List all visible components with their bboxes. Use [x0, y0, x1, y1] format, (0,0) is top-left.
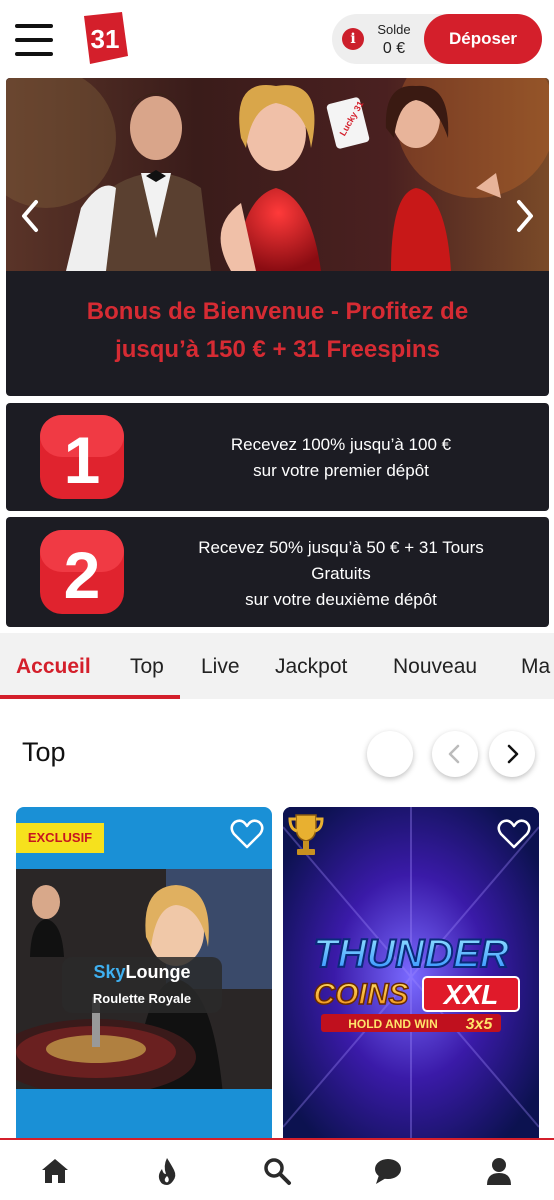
hamburger-icon — [15, 24, 53, 28]
flame-icon[interactable] — [152, 1156, 182, 1186]
wallet-pill: i Solde 0 € Déposer — [332, 14, 542, 64]
hero-next-icon[interactable] — [511, 196, 539, 236]
step-2-line1: Recevez 50% jusqu’à 50 € + 31 Tours — [198, 538, 484, 557]
game-2-title-3: XXL — [442, 979, 498, 1010]
app-root: 31 i Solde 0 € Déposer Lucky 31 Bonus de… — [0, 0, 554, 1200]
header: 31 i Solde 0 € Déposer — [0, 0, 554, 78]
step-2-badge: 2 — [40, 530, 124, 614]
deposit-button[interactable]: Déposer — [424, 14, 542, 64]
balance-value: 0 € — [382, 40, 406, 57]
step-2-number: 2 — [64, 538, 101, 612]
tab-more[interactable]: Ma — [521, 655, 550, 679]
game-1-brand: SkyLounge — [62, 962, 222, 983]
favorite-heart-icon[interactable] — [497, 819, 531, 849]
step-1-badge: 1 — [40, 415, 124, 499]
step-2-text: Recevez 50% jusqu’à 50 € + 31 Tours Grat… — [146, 535, 536, 613]
game-card-skylounge[interactable]: EXCLUSIF SkyLounge Roulette Royale — [16, 807, 272, 1147]
carousel-next-button[interactable] — [489, 731, 535, 777]
home-icon[interactable] — [40, 1156, 70, 1186]
bonus-step-1: 1 Recevez 100% jusqu’à 100 € sur votre p… — [6, 403, 549, 511]
tab-nouveau[interactable]: Nouveau — [393, 655, 477, 679]
chevron-left-icon — [448, 744, 460, 764]
balance-label: Solde — [377, 22, 411, 37]
user-icon[interactable] — [484, 1156, 514, 1186]
step-2-line3: sur votre deuxième dépôt — [245, 590, 437, 609]
tab-jackpot[interactable]: Jackpot — [275, 655, 347, 679]
game-2-title-5: 3x5 — [466, 1016, 494, 1033]
info-icon[interactable]: i — [342, 28, 364, 50]
step-1-line1: Recevez 100% jusqu’à 100 € — [230, 435, 452, 454]
game-1-brand-sky: Sky — [93, 962, 126, 982]
game-2-title-2: COINS — [313, 978, 408, 1011]
exclusive-badge: EXCLUSIF — [16, 823, 104, 853]
logo-text: 31 — [91, 24, 120, 54]
hero-title-line2: jusqu’à 150 € + 31 Freespins — [115, 336, 440, 363]
bottom-nav — [0, 1138, 554, 1200]
search-icon[interactable] — [262, 1156, 292, 1186]
tab-accueil[interactable]: Accueil — [16, 655, 91, 679]
hero-title-line1: Bonus de Bienvenue - Profitez de — [86, 298, 469, 325]
favorite-heart-icon[interactable] — [230, 819, 264, 849]
game-2-title-1: THUNDER — [313, 932, 509, 976]
hero-image: Lucky 31 — [6, 78, 549, 271]
hamburger-line — [15, 38, 53, 42]
game-card-thunder-coins[interactable]: THUNDER COINS XXL HOLD AND WIN 3x5 — [283, 807, 539, 1147]
game-1-brand-lounge: Lounge — [125, 962, 191, 982]
tab-top[interactable]: Top — [130, 655, 164, 679]
step-1-line2: sur votre premier dépôt — [253, 461, 429, 480]
step-2-line2: Gratuits — [311, 564, 371, 583]
chevron-right-icon — [507, 744, 519, 764]
chat-icon[interactable] — [373, 1156, 403, 1186]
game-2-title-4: HOLD AND WIN — [348, 1017, 438, 1031]
hero-prev-icon[interactable] — [16, 196, 44, 236]
tab-live[interactable]: Live — [201, 655, 240, 679]
menu-button[interactable] — [15, 24, 53, 56]
category-tabs: Accueil Top Live Jackpot Nouveau Ma — [0, 633, 554, 699]
active-tab-indicator — [0, 695, 180, 699]
hero-banner[interactable]: Lucky 31 Bonus de Bienvenue - Profitez d… — [6, 78, 549, 396]
carousel-prev-button[interactable] — [432, 731, 478, 777]
hamburger-line — [15, 52, 53, 56]
game-1-subtitle: Roulette Royale — [92, 991, 192, 1006]
step-1-number: 1 — [64, 423, 101, 497]
bonus-step-2: 2 Recevez 50% jusqu’à 50 € + 31 Tours Gr… — [6, 517, 549, 627]
section-title: Top — [22, 737, 66, 767]
logo[interactable]: 31 — [82, 12, 128, 64]
view-all-button[interactable] — [367, 731, 413, 777]
step-1-text: Recevez 100% jusqu’à 100 € sur votre pre… — [146, 432, 536, 484]
trophy-icon — [288, 814, 324, 855]
hero-title: Bonus de Bienvenue - Profitez de jusqu’à… — [26, 293, 529, 369]
